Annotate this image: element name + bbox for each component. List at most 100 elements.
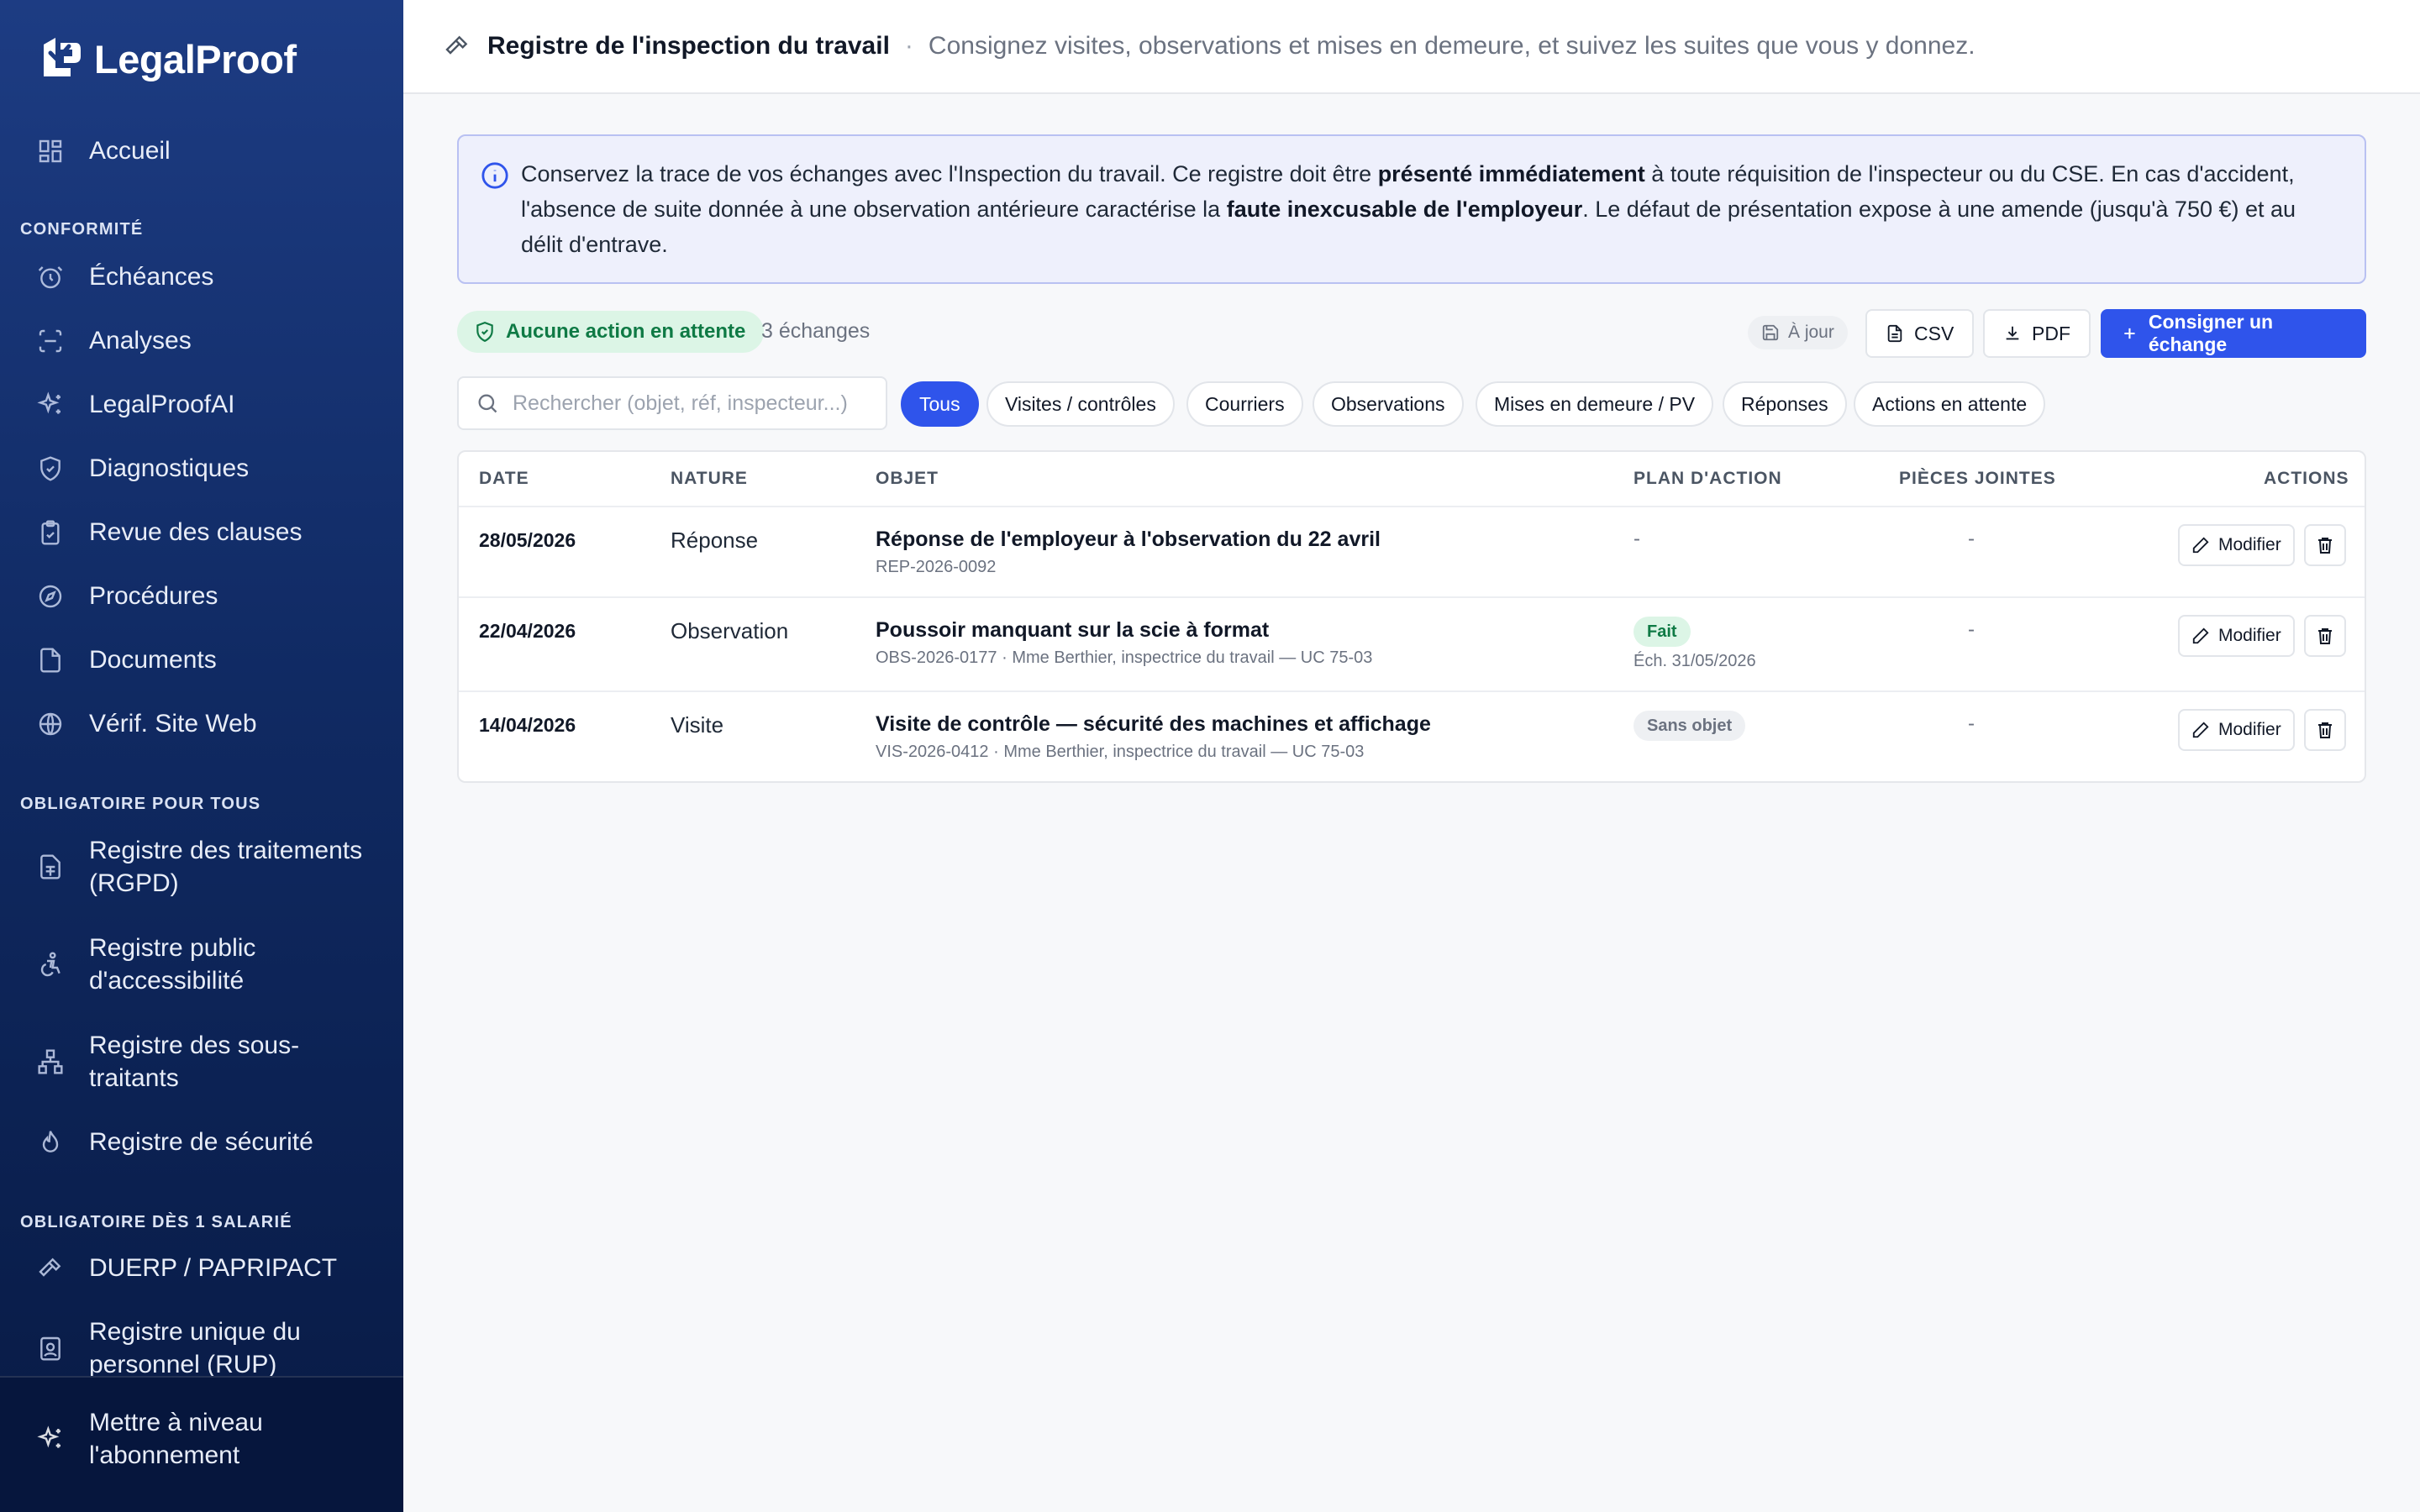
clipboard-check-icon: [41, 519, 60, 545]
sidebar-item-accueil[interactable]: Accueil: [37, 134, 373, 167]
filter-bar: Tous Visites / contrôles Courriers Obser…: [457, 376, 2366, 430]
filter-chip-courriers[interactable]: Courriers: [1186, 381, 1303, 427]
sparkles-icon: [37, 391, 60, 414]
sidebar-item-echeances[interactable]: Échéances: [37, 260, 373, 293]
filter-chip-tous[interactable]: Tous: [901, 381, 979, 427]
sidebar-item-label: Procédures: [89, 582, 218, 610]
sidebar-item-verif-site-web[interactable]: Vérif. Site Web: [37, 707, 373, 740]
sidebar-item-label: Documents: [89, 646, 217, 674]
table-row[interactable]: 28/05/2026 Réponse Réponse de l'employeu…: [459, 507, 2365, 598]
sidebar-item-rup[interactable]: Registre unique du personnel (RUP): [37, 1315, 373, 1381]
file-text-icon: [1887, 324, 1902, 343]
sidebar-item-registre-accessibilite[interactable]: Registre public d'accessibilité: [37, 932, 373, 997]
delete-button[interactable]: [2304, 709, 2346, 751]
table-row[interactable]: 22/04/2026 Observation Poussoir manquant…: [459, 598, 2365, 692]
cell-attachments: -: [1968, 618, 1975, 641]
status-badge: Fait: [1634, 617, 1691, 647]
edit-label: Modifier: [2218, 535, 2281, 554]
label-line: Registre des sous-: [89, 1032, 300, 1059]
brand-logo[interactable]: LegalProof: [37, 32, 297, 86]
status-badge: Sans objet: [1634, 711, 1746, 741]
sidebar-item-label: LegalProofAI: [89, 391, 235, 418]
cell-nature: Visite: [671, 712, 724, 738]
save-status-label: À jour: [1788, 323, 1834, 342]
sidebar-item-registre-sous-traitants[interactable]: Registre des sous-traitants: [37, 1029, 373, 1095]
trash-icon: [2318, 722, 2332, 738]
file-spreadsheet-icon: [40, 854, 60, 879]
sparkles-icon: [37, 1425, 60, 1448]
info-text-part: Conservez la trace de vos échanges avec …: [521, 161, 1378, 186]
filter-chip-actions-en-attente[interactable]: Actions en attente: [1854, 381, 2046, 427]
sidebar-item-duerp[interactable]: DUERP / PAPRIPACT: [37, 1252, 373, 1284]
accessibility-icon: [40, 952, 60, 977]
sidebar-item-registre-securite[interactable]: Registre de sécurité: [37, 1126, 373, 1158]
edit-button[interactable]: Modifier: [2178, 524, 2295, 566]
cell-title: Réponse de l'employeur à l'observation d…: [876, 528, 1381, 551]
sidebar-section-title: OBLIGATOIRE POUR TOUS: [20, 795, 261, 813]
delete-button[interactable]: [2304, 524, 2346, 566]
cell-attachments: -: [1968, 712, 1975, 735]
label-line: l'abonnement: [89, 1441, 240, 1469]
sidebar-item-procedures[interactable]: Procédures: [37, 580, 373, 612]
info-text: Conservez la trace de vos échanges avec …: [521, 156, 2331, 262]
sidebar-item-label: Registre unique du personnel (RUP): [89, 1315, 301, 1381]
upgrade-subscription-button[interactable]: Mettre à niveau l'abonnement: [37, 1406, 373, 1472]
pencil-icon: [2192, 537, 2209, 554]
cell-attachments: -: [1968, 528, 1975, 550]
sidebar-item-registre-traitements[interactable]: Registre des traitements (RGPD): [37, 834, 373, 900]
column-header-date[interactable]: DATE: [479, 469, 529, 489]
search-icon: [478, 394, 497, 413]
due-date: Éch. 31/05/2026: [1634, 652, 1756, 670]
table-row[interactable]: 14/04/2026 Visite Visite de contrôle — s…: [459, 692, 2365, 781]
search-input[interactable]: [513, 391, 874, 416]
sidebar-item-label: Diagnostiques: [89, 454, 250, 482]
sidebar-item-label: Revue des clauses: [89, 518, 302, 546]
sidebar-item-label: Accueil: [89, 137, 171, 165]
cell-nature: Observation: [671, 618, 789, 643]
sidebar-item-diagnostiques[interactable]: Diagnostiques: [37, 452, 373, 485]
export-pdf-label: PDF: [2032, 322, 2070, 344]
filter-chip-visites[interactable]: Visites / contrôles: [986, 381, 1175, 427]
info-icon: [481, 162, 508, 189]
sidebar-item-label: Registre de sécurité: [89, 1128, 313, 1156]
export-csv-button[interactable]: CSV: [1865, 309, 1975, 358]
column-header-plan-action[interactable]: PLAN D'ACTION: [1634, 469, 1782, 489]
cell-reference: REP-2026-0092: [876, 558, 997, 576]
legalproof-logo-icon: [44, 38, 81, 76]
column-header-objet[interactable]: OBJET: [876, 469, 939, 489]
compass-icon: [39, 585, 62, 607]
edit-button[interactable]: Modifier: [2178, 709, 2295, 751]
filter-chip-mises-en-demeure[interactable]: Mises en demeure / PV: [1476, 381, 1714, 427]
filter-chip-observations[interactable]: Observations: [1313, 381, 1464, 427]
dashboard-icon: [39, 139, 62, 162]
column-header-nature[interactable]: NATURE: [671, 469, 748, 489]
column-header-pieces-jointes[interactable]: PIÈCES JOINTES: [1899, 469, 2056, 489]
sidebar-item-revue-clauses[interactable]: Revue des clauses: [37, 516, 373, 549]
cell-reference: VIS-2026-0412 · Mme Berthier, inspectric…: [876, 743, 1365, 761]
id-badge-icon: [40, 1336, 60, 1361]
exchange-count: 3 échanges: [761, 319, 871, 343]
edit-button[interactable]: Modifier: [2178, 615, 2295, 657]
sidebar-item-legalproofai[interactable]: LegalProofAI: [37, 388, 373, 421]
sidebar-item-label: Analyses: [89, 327, 192, 354]
sidebar-item-documents[interactable]: Documents: [37, 643, 373, 676]
shield-check-icon: [40, 455, 60, 481]
cell-date: 28/05/2026: [479, 529, 576, 551]
cell-title: Poussoir manquant sur la scie à format: [876, 618, 1270, 642]
search-box: [457, 376, 887, 430]
column-header-actions: ACTIONS: [2264, 469, 2349, 488]
sidebar-section-title: OBLIGATOIRE DÈS 1 SALARIÉ: [20, 1213, 292, 1231]
cell-date: 22/04/2026: [479, 620, 576, 642]
upgrade-label: Mettre à niveau l'abonnement: [89, 1406, 263, 1472]
export-pdf-button[interactable]: PDF: [1983, 309, 2091, 358]
save-status: À jour: [1748, 316, 1848, 349]
plus-icon: [2124, 328, 2135, 339]
delete-button[interactable]: [2304, 615, 2346, 657]
add-exchange-button[interactable]: Consigner un échange: [2101, 309, 2366, 358]
page-title: Registre de l'inspection du travail: [487, 32, 890, 60]
pencil-icon: [2192, 722, 2209, 738]
save-icon: [1762, 324, 1779, 341]
filter-chip-reponses[interactable]: Réponses: [1723, 381, 1847, 427]
cell-plan: -: [1634, 528, 1640, 550]
sidebar-item-analyses[interactable]: Analyses: [37, 324, 373, 357]
